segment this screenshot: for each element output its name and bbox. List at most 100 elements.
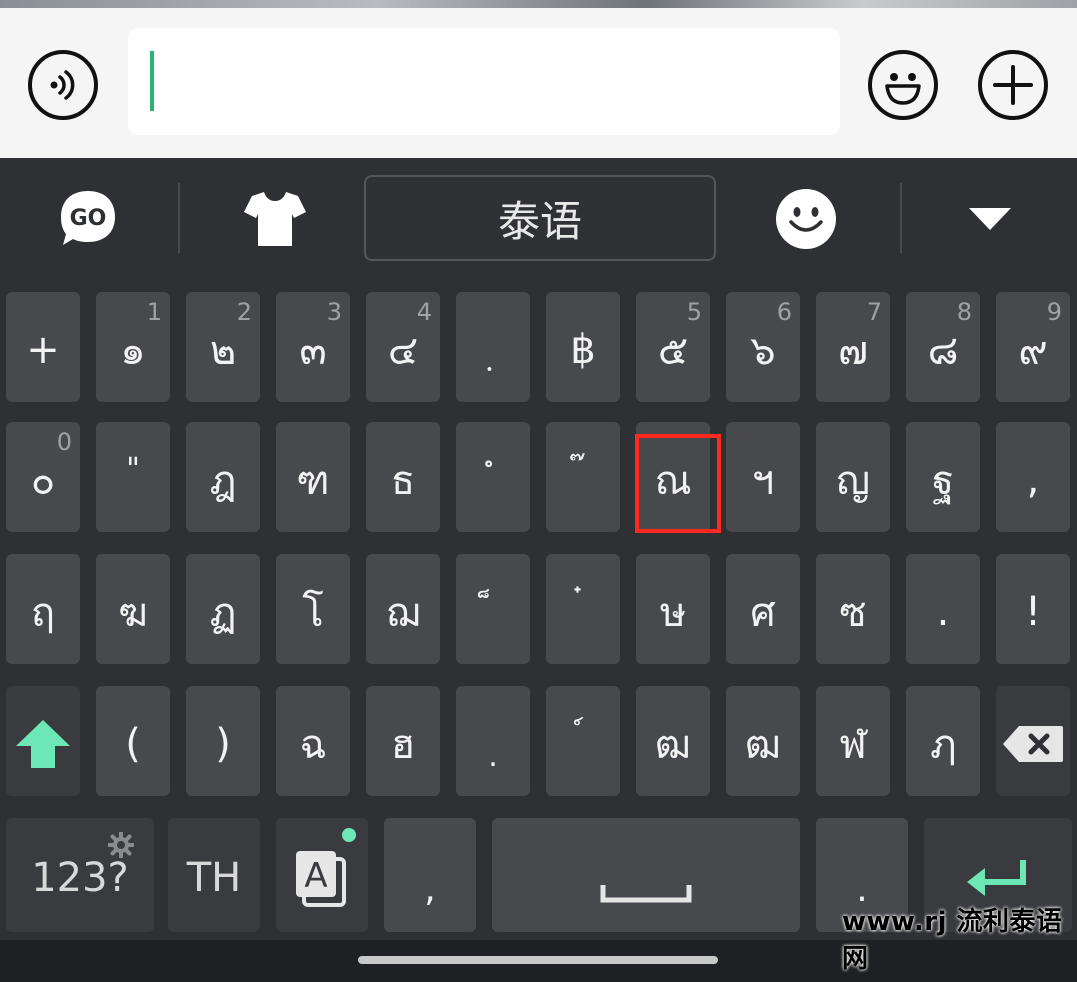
key-thai-digit-0[interactable]: ๐0 [6,422,80,532]
key-cho-choe[interactable]: ฌ [366,554,440,664]
home-indicator[interactable] [358,956,718,964]
voice-input-button[interactable] [28,50,98,120]
emoji-face-icon [776,189,836,249]
key-label: ฒ [654,722,692,768]
key-hint: 2 [236,298,252,326]
language-selector[interactable]: 泰语 [364,175,716,261]
background-image-strip [0,0,1077,8]
key-label: ฏ [209,590,237,636]
key-maitaikhu[interactable]: ็ [456,554,530,664]
key-thanthakhat[interactable]: ์ [546,686,620,796]
key-label: ธ [390,458,416,504]
key-tho-thong[interactable]: ธ [366,422,440,532]
key-so-rusi[interactable]: ษ [636,554,710,664]
key-thai-digit-9[interactable]: ๙9 [996,292,1070,402]
key-thai-digit-2[interactable]: ๒2 [186,292,260,402]
space-key[interactable] [492,818,800,932]
key-label: ฐ [931,458,955,504]
key-ho-nokhuk[interactable]: ฮ [366,686,440,796]
chevron-down-icon [969,208,1011,230]
go-logo-icon: GO [61,191,115,245]
key-baht[interactable]: ฿ [546,292,620,402]
key-label: ฮ [390,722,416,768]
key-comma-bottom[interactable]: , [384,818,476,932]
key-comma[interactable]: , [996,422,1070,532]
message-input[interactable] [128,28,840,135]
key-thai-digit-3[interactable]: ๓3 [276,292,350,402]
language-switch-key[interactable]: TH [168,818,260,932]
key-label: ศ [750,590,776,636]
key-plus[interactable]: + [6,292,80,402]
key-open-paren[interactable]: ( [96,686,170,796]
key-cho-chada[interactable]: ฎ [186,422,260,532]
key-cho-ching[interactable]: ฉ [276,686,350,796]
plus-icon [993,65,1033,105]
key-hint: 0 [56,428,72,456]
key-hint: 4 [416,298,432,326]
key-thai-digit-4[interactable]: ๔4 [366,292,440,402]
key-hint: 9 [1046,298,1062,326]
key-tho-montho[interactable]: ฑ [276,422,350,532]
key-close-paren[interactable]: ) [186,686,260,796]
key-tho-than[interactable]: ฐ [906,422,980,532]
backspace-icon-wrap [996,686,1070,796]
enter-arrow-icon [967,860,1026,896]
symbols-key[interactable]: 123? [6,818,154,932]
key-tho-phuthao[interactable]: ฒ [636,686,710,796]
key-hint: 5 [686,298,702,326]
watermark-text: www.rj 流利泰语网 [842,907,1063,974]
key-label: , [1026,457,1040,503]
font-switch-key[interactable]: A [276,818,368,932]
key-label: ฦ [929,722,957,768]
key-period[interactable]: . [906,554,980,664]
key-label: ๋ [546,554,620,664]
key-mai-chattawa[interactable]: ๋ [546,554,620,664]
backspace-icon [1003,726,1063,762]
key-kho-rakhang[interactable]: ฆ [96,554,170,664]
key-double-quote[interactable]: " [96,422,170,532]
key-label: ๊ [546,422,620,532]
key-so-so[interactable]: ซ [816,554,890,664]
key-label: " [126,452,140,487]
key-label: TH [186,855,242,901]
go-keyboard-logo-button[interactable]: GO [56,186,120,250]
key-lo-chula[interactable]: ฬ [816,686,890,796]
notification-dot [342,828,356,842]
key-label: ฬ [839,722,867,768]
smiley-icon [885,73,921,105]
more-plus-button[interactable] [978,50,1048,120]
key-mai-tri[interactable]: ๊ [546,422,620,532]
key-thai-digit-5[interactable]: ๕5 [636,292,710,402]
shift-key[interactable] [6,686,80,796]
key-exclamation[interactable]: ! [996,554,1070,664]
key-tho-phuthao-2[interactable]: ฒ [726,686,800,796]
collapse-keyboard-button[interactable] [966,202,1014,232]
toolbar-divider [900,183,902,253]
key-rue[interactable]: ฤ [6,554,80,664]
watermark: www.rj 流利泰语网 [842,907,1077,974]
key-paiyannoi[interactable]: ฯ [726,422,800,532]
key-thai-digit-6[interactable]: ๖6 [726,292,800,402]
key-label: ฯ [751,458,775,504]
key-sara-o[interactable]: โ [276,554,350,664]
key-thai-digit-7[interactable]: ๗7 [816,292,890,402]
key-hint: 1 [146,298,162,326]
key-label: . [488,739,498,774]
emoji-button[interactable] [868,50,938,120]
key-label: ฉ [299,722,327,768]
key-phinthu[interactable]: ฺ [456,292,530,402]
key-small-period[interactable]: . [456,686,530,796]
key-label: ญ [835,458,871,504]
backspace-key[interactable] [996,686,1070,796]
key-label: ( [125,721,141,767]
key-thai-digit-1[interactable]: ๑1 [96,292,170,402]
key-to-patak[interactable]: ฏ [186,554,260,664]
key-thai-digit-8[interactable]: ๘8 [906,292,980,402]
key-yo-ying[interactable]: ญ [816,422,890,532]
emoji-panel-button[interactable] [775,188,837,250]
key-nikhahit[interactable]: ํ [456,422,530,532]
key-lue[interactable]: ฦ [906,686,980,796]
theme-shirt-button[interactable] [242,190,308,248]
key-label: ็ [456,554,530,664]
key-so-sala[interactable]: ศ [726,554,800,664]
